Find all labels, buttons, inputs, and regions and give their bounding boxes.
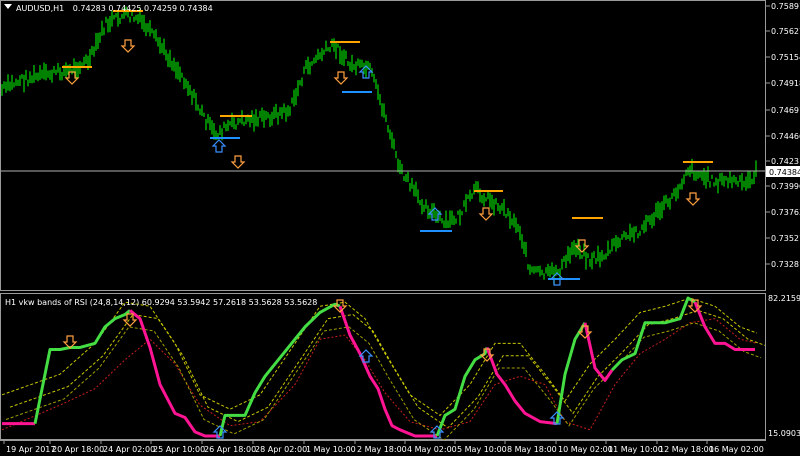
price-tick-label: 0.75891	[771, 2, 800, 11]
time-tick-label: 25 Apr 10:00	[153, 445, 205, 454]
price-tick-label: 0.74466	[771, 132, 800, 141]
time-tick-label: 2 May 18:00	[357, 445, 407, 454]
time-tick-label: 4 May 02:00	[407, 445, 457, 454]
time-tick-label: 28 Apr 02:00	[255, 445, 307, 454]
price-tick-label: 0.73996	[771, 182, 800, 191]
price-axis[interactable]: 0.75891 0.75627 0.75154 0.74918 0.74691 0.744…	[766, 0, 800, 440]
time-tick-label: 16 May 02:00	[709, 445, 764, 454]
time-tick-label: 10 May 02:00	[558, 445, 613, 454]
price-tick-label: 0.74231	[771, 157, 800, 166]
indicator-label: H1 vkw bands of RSI (24,8,14,12) 60.9294…	[5, 298, 317, 307]
time-tick-label: 11 May 10:00	[608, 445, 663, 454]
symbol-label: AUDUSD,H1 0.74283 0.74425 0.74259 0.7438…	[16, 4, 213, 13]
price-tick-label: 0.74918	[771, 79, 800, 88]
trading-terminal[interactable]: AUDUSD,H1 0.74283 0.74425 0.74259 0.7438…	[0, 0, 800, 456]
price-tick-label: 0.73521	[771, 234, 800, 243]
time-tick-label: 12 May 18:00	[659, 445, 714, 454]
price-tick-label: 0.75154	[771, 53, 800, 62]
price-tick-label: 0.75627	[771, 27, 800, 36]
current-price-value: 0.74384	[769, 168, 800, 177]
time-tick-label: 19 Apr 2017	[6, 445, 55, 454]
price-tick-label: 0.74691	[771, 106, 800, 115]
time-tick-label: 5 May 10:00	[457, 445, 507, 454]
indicator-bottom-value: 15.0903	[768, 429, 800, 438]
price-tick-label: 0.73281	[771, 260, 800, 269]
time-tick-label: 24 Apr 02:00	[103, 445, 155, 454]
time-tick-label: 20 Apr 18:00	[52, 445, 104, 454]
time-tick-label: 8 May 18:00	[507, 445, 557, 454]
price-tick-label: 0.73763	[771, 208, 800, 217]
time-tick-label: 1 May 10:00	[306, 445, 356, 454]
indicator-top-value: 82.2159	[768, 294, 800, 303]
time-tick-label: 26 Apr 18:00	[204, 445, 256, 454]
